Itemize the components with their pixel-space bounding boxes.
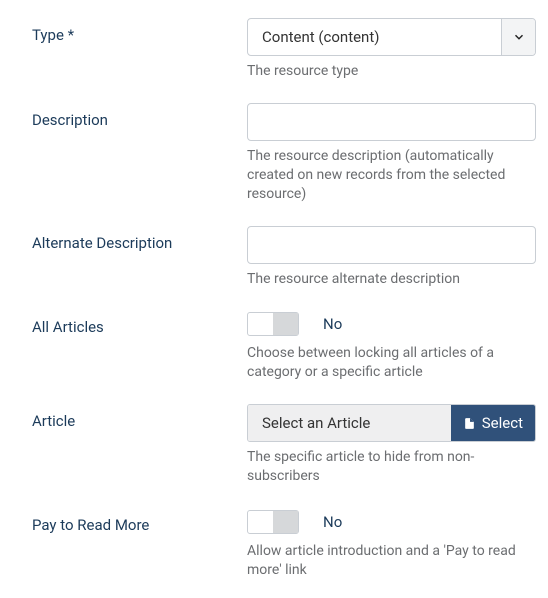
article-select-button-label: Select <box>482 414 523 432</box>
article-help: The specific article to hide from non-su… <box>247 448 536 486</box>
type-select-value: Content (content) <box>248 19 501 55</box>
field-alt-description: Alternate Description The resource alter… <box>32 226 536 289</box>
toggle-knob <box>273 313 298 335</box>
description-label: Description <box>32 103 247 129</box>
pay-read-more-help: Allow article introduction and a 'Pay to… <box>247 542 536 580</box>
field-article: Article Select an Article Select The spe… <box>32 404 536 486</box>
article-select-button[interactable]: Select <box>451 405 535 441</box>
chevron-down-icon <box>512 30 526 44</box>
description-help: The resource description (automatically … <box>247 147 536 204</box>
pay-read-more-label: Pay to Read More <box>32 508 247 534</box>
article-label: Article <box>32 404 247 430</box>
pay-read-more-toggle[interactable] <box>247 510 299 534</box>
all-articles-state: No <box>323 315 342 333</box>
article-picker-placeholder[interactable]: Select an Article <box>248 405 451 441</box>
field-pay-to-read-more: Pay to Read More No Allow article introd… <box>32 508 536 580</box>
pay-read-more-state: No <box>323 513 342 531</box>
type-help: The resource type <box>247 62 536 81</box>
type-select-toggle[interactable] <box>501 19 535 55</box>
type-select[interactable]: Content (content) <box>247 18 536 56</box>
all-articles-label: All Articles <box>32 310 247 336</box>
field-type: Type * Content (content) The resource ty… <box>32 18 536 81</box>
article-picker: Select an Article Select <box>247 404 536 442</box>
description-input[interactable] <box>247 103 536 141</box>
all-articles-help: Choose between locking all articles of a… <box>247 344 536 382</box>
alt-description-help: The resource alternate description <box>247 270 536 289</box>
field-all-articles: All Articles No Choose between locking a… <box>32 310 536 382</box>
all-articles-toggle[interactable] <box>247 312 299 336</box>
file-icon <box>463 416 476 431</box>
type-label: Type * <box>32 18 247 44</box>
toggle-knob <box>273 511 298 533</box>
alt-description-label: Alternate Description <box>32 226 247 252</box>
alt-description-input[interactable] <box>247 226 536 264</box>
field-description: Description The resource description (au… <box>32 103 536 204</box>
